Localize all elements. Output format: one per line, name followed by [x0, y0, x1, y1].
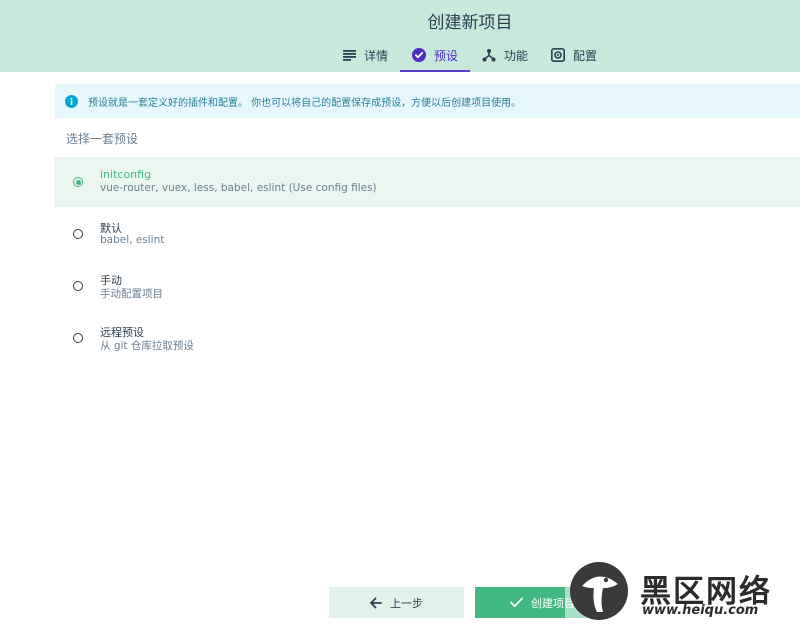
- tab-config[interactable]: 配置: [551, 40, 597, 70]
- header-bar: 创建新项目 详情 预设 功能 配置: [0, 0, 800, 72]
- info-banner: 预设就是一套定义好的插件和配置。 你也可以将自己的配置保存成预设，方便以后创建项…: [55, 84, 800, 118]
- tab-details[interactable]: 详情: [343, 40, 388, 70]
- preset-item-initconfig[interactable]: initconfig vue-router, vuex, less, babel…: [54, 157, 800, 207]
- site-watermark: 黑区网络 www.heiqu.com: [565, 560, 800, 627]
- tab-details-label: 详情: [364, 48, 389, 63]
- preset-list: initconfig vue-router, vuex, less, babel…: [54, 157, 800, 365]
- info-text: 预设就是一套定义好的插件和配置。 你也可以将自己的配置保存成预设，方便以后创建项…: [88, 97, 522, 109]
- features-fork-icon: [482, 49, 496, 62]
- tab-presets-label: 预设: [434, 48, 459, 63]
- preset-item-manual[interactable]: 手动 手动配置项目: [54, 261, 800, 311]
- preset-item-remote[interactable]: 远程预设 从 git 仓库拉取预设: [54, 313, 800, 363]
- info-icon: [65, 94, 78, 108]
- preset-description: babel, eslint: [100, 234, 165, 246]
- check-icon: [510, 597, 523, 608]
- tab-bar: 详情 预设 功能 配置: [0, 40, 800, 72]
- watermark-url: www.heiqu.com: [642, 603, 759, 618]
- preset-description: 从 git 仓库拉取预设: [100, 340, 194, 352]
- details-list-icon: [343, 49, 356, 61]
- tab-features-label: 功能: [504, 48, 529, 63]
- previous-step-label: 上一步: [390, 596, 423, 610]
- preset-name: initconfig: [100, 168, 152, 181]
- presets-section-label: 选择一套预设: [66, 132, 139, 146]
- tab-presets[interactable]: 预设: [412, 40, 458, 70]
- preset-description: vue-router, vuex, less, babel, eslint (U…: [100, 182, 377, 194]
- previous-step-button[interactable]: 上一步: [329, 587, 464, 618]
- page-title: 创建新项目: [427, 13, 513, 33]
- settings-gear-icon: [551, 48, 565, 62]
- check-circle-icon: [412, 48, 426, 62]
- active-tab-indicator: [400, 70, 470, 72]
- arrow-left-icon: [370, 597, 382, 608]
- radio-unselected-icon[interactable]: [73, 229, 83, 239]
- preset-item-default[interactable]: 默认 babel, eslint: [54, 209, 800, 259]
- tab-config-label: 配置: [573, 48, 598, 63]
- tab-features[interactable]: 功能: [482, 40, 528, 70]
- preset-description: 手动配置项目: [100, 288, 163, 300]
- radio-unselected-icon[interactable]: [73, 281, 83, 291]
- radio-unselected-icon[interactable]: [73, 333, 83, 343]
- radio-selected-icon[interactable]: [73, 177, 83, 187]
- mushroom-logo-icon: [570, 562, 628, 620]
